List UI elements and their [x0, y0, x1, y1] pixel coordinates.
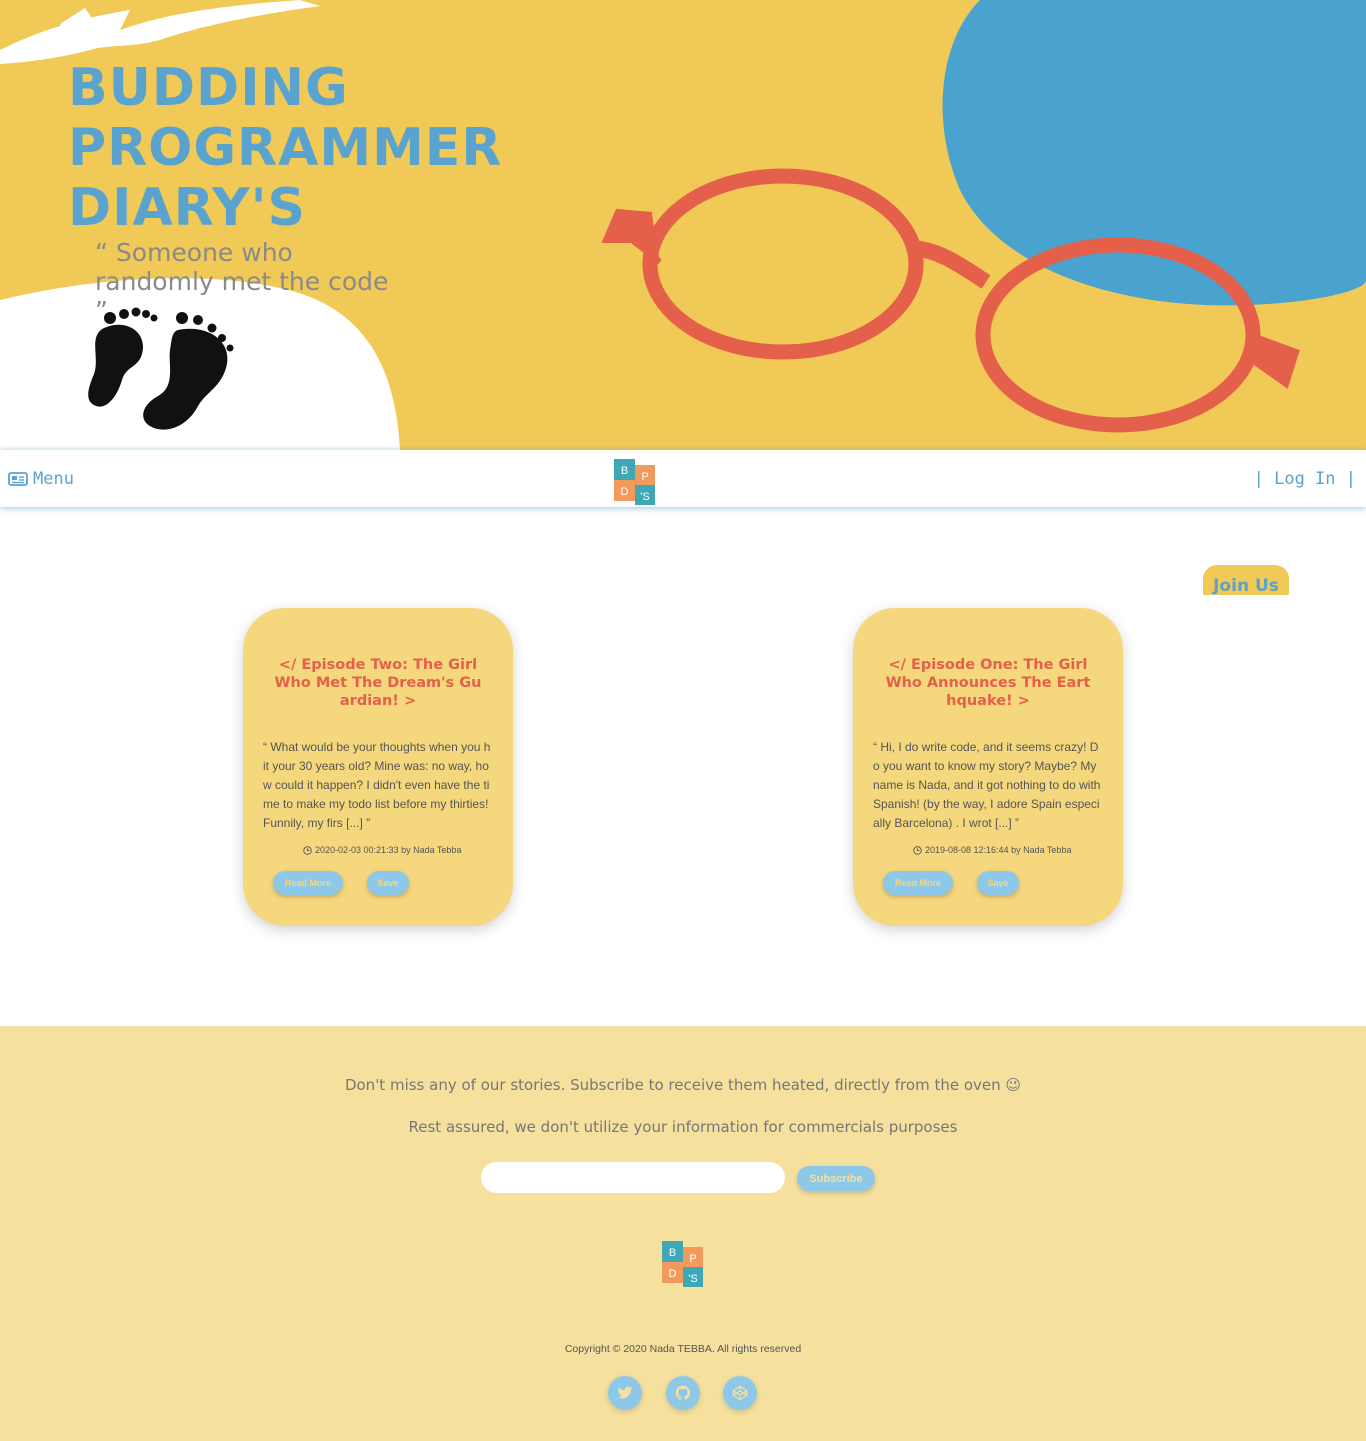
github-icon — [675, 1385, 691, 1400]
join-us-button[interactable]: Join Us — [1203, 565, 1289, 595]
menu-button[interactable]: Menu — [8, 469, 74, 489]
site-title-line: PROGRAMMER — [68, 118, 503, 178]
post-meta: 2020-02-03 00:21:33 by Nada Tebba — [303, 845, 483, 855]
login-button[interactable]: | Log In | — [1254, 469, 1356, 489]
twitter-link[interactable] — [608, 1376, 642, 1410]
logo-letter: 'S — [640, 491, 649, 503]
logo-letter: 'S — [688, 1273, 697, 1285]
post-excerpt: “ Hi, I do write code, and it seems craz… — [873, 740, 1101, 830]
save-button[interactable]: Save — [977, 871, 1019, 895]
logo-letter: B — [621, 465, 628, 477]
logo-letter: P — [641, 471, 648, 483]
post-date-author: 2020-02-03 00:21:33 by Nada Tebba — [315, 845, 462, 855]
read-more-button[interactable]: Read More — [273, 871, 343, 895]
logo-letter: D — [669, 1268, 677, 1280]
site-title-line: BUDDING — [68, 58, 349, 118]
post-excerpt: “ What would be your thoughts when you h… — [263, 740, 491, 830]
github-link[interactable] — [666, 1376, 700, 1410]
brush-stroke-shape — [0, 0, 320, 64]
privacy-message: Rest assured, we don't utilize your info… — [408, 1118, 958, 1136]
logo-letter: B — [669, 1247, 676, 1259]
footer: Don't miss any of our stories. Subscribe… — [0, 1026, 1366, 1441]
hero-banner: BUDDING PROGRAMMER DIARY'S “ Someone who… — [0, 0, 1366, 450]
save-button[interactable]: Save — [367, 871, 409, 895]
clock-icon — [913, 845, 922, 855]
newspaper-icon — [8, 472, 28, 486]
site-logo[interactable]: B P D 'S — [614, 459, 656, 505]
footer-logo: B P D 'S — [662, 1241, 703, 1287]
post-title-link[interactable]: </ Episode One: The Girl Who Announces T… — [883, 656, 1093, 710]
read-more-button[interactable]: Read More — [883, 871, 953, 895]
twitter-icon — [617, 1386, 633, 1399]
subscribe-button[interactable]: Subscribe — [797, 1166, 875, 1191]
subscribe-message: Don't miss any of our stories. Subscribe… — [344, 1076, 1022, 1094]
navbar: Menu B P D 'S | Log In | — [0, 450, 1366, 507]
copyright-text: Copyright © 2020 Nada TEBBA. All rights … — [564, 1343, 802, 1355]
codepen-link[interactable] — [723, 1376, 757, 1410]
logo-letter: P — [689, 1253, 696, 1265]
footprints-icon — [88, 307, 234, 430]
site-title-line: DIARY'S — [68, 178, 306, 238]
blue-blob-shape — [942, 0, 1366, 306]
post-card: </ Episode Two: The Girl Who Met The Dre… — [243, 608, 513, 926]
codepen-icon — [732, 1385, 748, 1401]
clock-icon — [303, 845, 312, 855]
post-date-author: 2019-08-08 12:16:44 by Nada Tebba — [925, 845, 1072, 855]
post-card: </ Episode One: The Girl Who Announces T… — [853, 608, 1123, 926]
post-meta: 2019-08-08 12:16:44 by Nada Tebba — [913, 845, 1093, 855]
site-title: BUDDING PROGRAMMER DIARY'S — [68, 58, 502, 238]
post-title-link[interactable]: </ Episode Two: The Girl Who Met The Dre… — [273, 656, 483, 710]
email-input[interactable] — [481, 1162, 785, 1193]
menu-label: Menu — [33, 469, 74, 489]
logo-letter: D — [621, 486, 629, 498]
